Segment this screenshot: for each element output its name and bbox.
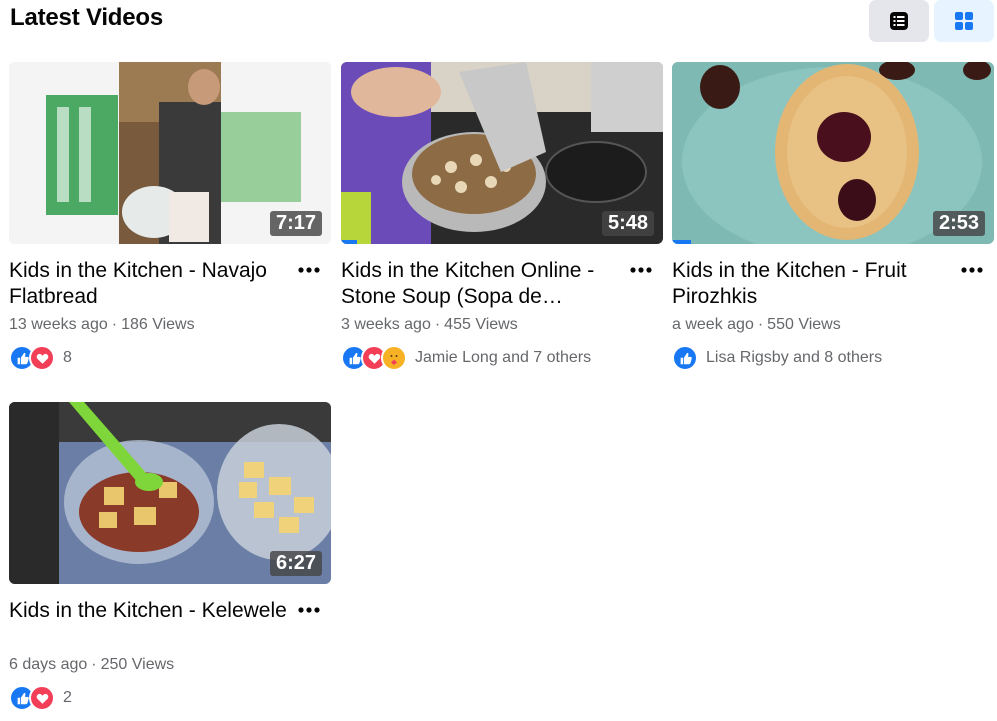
reactions-summary[interactable]: Lisa Rigsby and 8 others: [672, 345, 883, 371]
video-age: 3 weeks ago: [341, 316, 431, 333]
more-options-icon[interactable]: [629, 260, 653, 280]
video-views: 455 Views: [444, 316, 518, 333]
watch-progress-bar: [672, 240, 692, 244]
love-reaction-icon: [29, 685, 55, 711]
video-views: 550 Views: [767, 316, 841, 333]
video-views: 186 Views: [121, 316, 195, 333]
video-duration: 6:27: [269, 551, 322, 576]
reaction-count: Jamie Long and 7 others: [415, 349, 592, 366]
grid-view-button[interactable]: [934, 0, 994, 42]
reaction-count: Lisa Rigsby and 8 others: [706, 349, 883, 366]
reactions-summary[interactable]: Jamie Long and 7 others: [341, 345, 592, 371]
video-thumbnail[interactable]: 2:53: [672, 62, 994, 244]
video-card: 7:17 Kids in the Kitchen - Navajo Flatbr…: [9, 62, 331, 372]
video-title[interactable]: Kids in the Kitchen Online - Stone Soup …: [341, 258, 621, 310]
video-duration: 2:53: [932, 211, 985, 236]
video-thumbnail[interactable]: 6:27: [9, 402, 331, 584]
video-age: a week ago: [672, 316, 754, 333]
video-card: 6:27 Kids in the Kitchen - Kelewele 6 da…: [9, 402, 331, 712]
care-reaction-icon: [381, 345, 407, 371]
love-reaction-icon: [29, 345, 55, 371]
video-meta: 13 weeks ago · 186 Views: [9, 316, 195, 333]
grid-view-icon: [955, 12, 973, 30]
video-meta: a week ago · 550 Views: [672, 316, 841, 333]
video-title[interactable]: Kids in the Kitchen - Kelewele: [9, 598, 289, 624]
video-title[interactable]: Kids in the Kitchen - Fruit Pirozhkis: [672, 258, 952, 310]
video-age: 6 days ago: [9, 656, 88, 673]
reaction-count: 8: [63, 349, 72, 366]
more-options-icon[interactable]: [297, 600, 321, 620]
video-views: 250 Views: [100, 656, 175, 673]
video-meta: 3 weeks ago · 455 Views: [341, 316, 518, 333]
video-thumbnail[interactable]: 7:17: [9, 62, 331, 244]
more-options-icon[interactable]: [960, 260, 984, 280]
reaction-count: 2: [63, 689, 72, 706]
list-view-icon: [890, 12, 908, 30]
reactions-summary[interactable]: 8: [9, 345, 72, 371]
watch-progress-bar: [341, 240, 358, 244]
video-age: 13 weeks ago: [9, 316, 108, 333]
reactions-summary[interactable]: 2: [9, 685, 72, 711]
video-meta: 6 days ago · 250 Views: [9, 656, 175, 673]
list-view-button[interactable]: [869, 0, 929, 42]
more-options-icon[interactable]: [297, 260, 321, 280]
video-card: 2:53 Kids in the Kitchen - Fruit Pirozhk…: [672, 62, 994, 372]
video-thumbnail[interactable]: 5:48: [341, 62, 663, 244]
video-card: 5:48 Kids in the Kitchen Online - Stone …: [341, 62, 663, 372]
video-duration: 5:48: [601, 211, 654, 236]
page-title: Latest Videos: [10, 4, 164, 31]
video-duration: 7:17: [269, 211, 322, 236]
video-title[interactable]: Kids in the Kitchen - Navajo Flatbread: [9, 258, 289, 310]
like-reaction-icon: [672, 345, 698, 371]
